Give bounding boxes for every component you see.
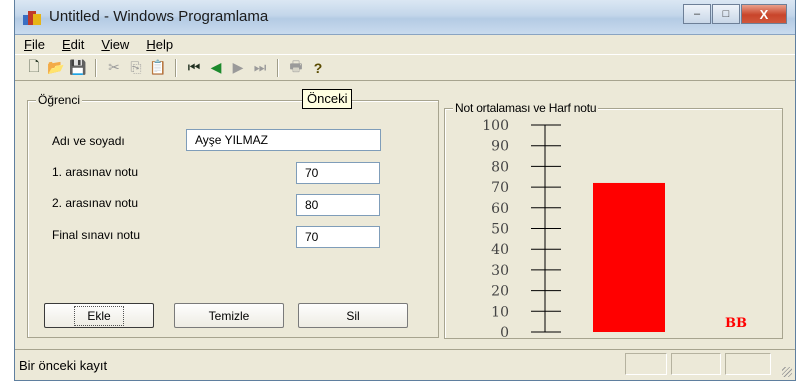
help-icon[interactable]: ? <box>307 58 329 78</box>
paste-icon[interactable]: 📋 <box>147 58 169 78</box>
y-tick-label: 50 <box>491 222 509 238</box>
menu-file[interactable]: File <box>24 37 45 52</box>
status-panel <box>725 353 771 375</box>
status-bar: Bir önceki kayıt <box>15 349 795 380</box>
exam1-field[interactable]: 70 <box>296 162 380 184</box>
clear-button[interactable]: Temizle <box>174 303 284 328</box>
add-button[interactable]: Ekle <box>44 303 154 328</box>
student-group-title: Öğrenci <box>36 93 83 107</box>
title-bar[interactable]: Untitled - Windows Programlama – □ X <box>15 0 795 35</box>
y-tick-label: 30 <box>491 263 509 279</box>
open-icon[interactable]: 📂 <box>45 58 67 78</box>
y-tick-label: 80 <box>491 159 509 175</box>
y-tick-label: 100 <box>482 118 509 134</box>
app-icon <box>23 9 41 25</box>
final-field[interactable]: 70 <box>296 226 380 248</box>
exam2-label: 2. arasınav notu <box>52 196 139 210</box>
menu-bar: File Edit View Help <box>15 35 795 53</box>
exam1-label: 1. arasınav notu <box>52 165 139 179</box>
exam2-field[interactable]: 80 <box>296 194 380 216</box>
name-label: Adı ve soyadı <box>52 134 125 148</box>
new-icon[interactable]: 🗋 <box>23 58 45 78</box>
cut-icon[interactable]: ✂ <box>103 58 125 78</box>
toolbar-separator <box>175 58 177 77</box>
y-tick-label: 70 <box>491 180 509 196</box>
name-field[interactable]: Ayşe YILMAZ <box>186 129 381 151</box>
y-tick-label: 0 <box>500 325 509 338</box>
toolbar: 🗋 📂 💾 ✂ ⎘ 📋 ⏮ ◀ ▶ ⏭ 🖶 ? <box>15 54 795 81</box>
y-tick-label: 20 <box>491 284 509 300</box>
delete-button[interactable]: Sil <box>298 303 408 328</box>
y-tick-label: 90 <box>491 139 509 155</box>
window-title: Untitled - Windows Programlama <box>49 8 269 25</box>
next-record-icon[interactable]: ▶ <box>227 58 249 78</box>
student-group: Öğrenci Adı ve soyadı Ayşe YILMAZ 1. ara… <box>27 93 439 338</box>
application-window: Untitled - Windows Programlama – □ X Fil… <box>14 0 796 381</box>
y-tick-label: 10 <box>491 304 509 320</box>
status-text: Bir önceki kayıt <box>19 358 108 373</box>
copy-icon[interactable]: ⎘ <box>125 58 147 78</box>
final-label: Final sınavı notu <box>52 228 141 242</box>
chart-group: Not ortalaması ve Harf notu 0 10 20 30 40 50 6… <box>444 101 783 339</box>
toolbar-separator <box>95 58 97 77</box>
first-record-icon[interactable]: ⏮ <box>183 58 205 78</box>
letter-grade: BB <box>725 316 747 331</box>
menu-view[interactable]: View <box>101 37 129 52</box>
y-tick-label: 60 <box>491 201 509 217</box>
previous-tooltip: Önceki <box>302 89 353 109</box>
minimize-button[interactable]: – <box>683 4 711 24</box>
toolbar-separator <box>277 58 279 77</box>
menu-help[interactable]: Help <box>146 37 173 52</box>
previous-record-icon[interactable]: ◀ <box>205 58 227 78</box>
y-tick-label: 40 <box>491 242 509 258</box>
status-panel <box>625 353 667 375</box>
grade-bar <box>593 182 665 332</box>
last-record-icon[interactable]: ⏭ <box>249 58 271 78</box>
close-button[interactable]: X <box>741 4 787 24</box>
resize-grip[interactable] <box>782 367 792 377</box>
save-icon[interactable]: 💾 <box>67 58 89 78</box>
print-icon[interactable]: 🖶 <box>285 58 307 78</box>
add-button-label: Ekle <box>74 305 124 326</box>
grade-chart: 0 10 20 30 40 50 60 70 80 90 100 BB <box>482 118 747 338</box>
menu-edit[interactable]: Edit <box>62 37 84 52</box>
status-panel <box>671 353 721 375</box>
maximize-button[interactable]: □ <box>712 4 740 24</box>
